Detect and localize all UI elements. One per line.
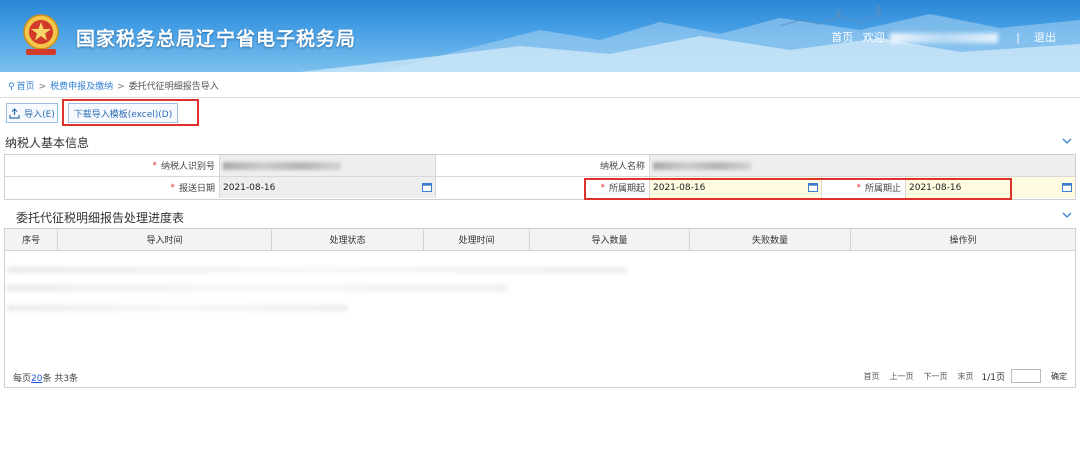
per-page-select[interactable]: 20 [31, 374, 42, 384]
column-header-import-count: 导入数量 [530, 229, 690, 250]
pager-summary: 每页20条 共3条 [13, 374, 79, 384]
column-header-actions: 操作列 [949, 236, 977, 246]
highlight-box-period [584, 178, 1012, 200]
pager-last[interactable]: 末页 [958, 371, 974, 382]
column-header-status: 处理状态 [272, 229, 424, 250]
submit-date-field[interactable]: 2021-08-16 [219, 177, 435, 198]
breadcrumb-separator: > [117, 82, 125, 92]
link-separator: | [1016, 31, 1020, 44]
home-link[interactable]: 首页 [831, 31, 853, 44]
form-row: * 纳税人识别号 纳税人名称 [5, 155, 1075, 177]
taxpayer-name-label: 纳税人名称 [435, 155, 649, 176]
breadcrumb-current: 委托代征明细报告导入 [128, 82, 219, 92]
breadcrumb-home[interactable]: 首页 [17, 82, 35, 92]
pager-confirm-button[interactable]: 确定 [1051, 371, 1067, 382]
blurred-table-row [7, 285, 507, 291]
import-button[interactable]: 导入(E) [6, 103, 58, 123]
taxpayer-section-title: 纳税人基本信息 [5, 136, 90, 150]
tax-bureau-emblem-icon [23, 14, 59, 55]
taxpayer-id-field [219, 155, 435, 176]
chevron-down-icon[interactable] [1062, 210, 1072, 220]
pager-next[interactable]: 下一页 [924, 371, 948, 382]
welcome-text: 欢迎, [862, 31, 889, 44]
column-header-fail-count: 失败数量 [690, 229, 851, 250]
column-header-index: 序号 [5, 229, 58, 250]
pager-page-info: 1/1页 [981, 372, 1006, 383]
pager-controls: 首页 上一页 下一页 末页 1/1页 确定 [854, 369, 1067, 383]
blurred-table-row [7, 305, 347, 311]
blurred-table-row [7, 267, 627, 273]
site-header: 国家税务总局辽宁省电子税务局 首页 欢迎, | 退出 [0, 0, 1080, 72]
calendar-icon[interactable] [1062, 182, 1072, 192]
top-links: 首页 欢迎, | 退出 [825, 29, 1056, 45]
breadcrumb-separator: > [38, 82, 47, 92]
required-mark: * [170, 182, 175, 193]
breadcrumb-tax-filing[interactable]: 税费申报及缴纳 [50, 82, 113, 92]
upload-icon [9, 107, 20, 119]
chevron-down-icon[interactable] [1062, 136, 1072, 146]
pager-prev[interactable]: 上一页 [890, 371, 914, 382]
blurred-taxpayer-name [653, 161, 751, 170]
pager-first[interactable]: 首页 [864, 371, 880, 382]
location-pin-icon: ⚲ [8, 82, 15, 92]
table-header: 序号 导入时间 处理状态 处理时间 导入数量 失败数量 操作列 [5, 229, 1075, 251]
blurred-username [890, 33, 999, 43]
highlight-box-download [62, 99, 199, 126]
submit-date-value: 2021-08-16 [223, 182, 276, 193]
logout-link[interactable]: 退出 [1034, 31, 1056, 44]
required-mark: * [152, 160, 157, 171]
taxpayer-name-field [649, 155, 1075, 176]
calendar-icon[interactable] [422, 182, 432, 192]
progress-table: 序号 导入时间 处理状态 处理时间 导入数量 失败数量 操作列 每页20条 共3… [4, 228, 1076, 388]
column-header-process-time: 处理时间 [424, 229, 530, 250]
page-number-input[interactable] [1011, 369, 1041, 383]
site-title: 国家税务总局辽宁省电子税务局 [76, 28, 357, 50]
breadcrumb-divider [0, 97, 1080, 98]
blurred-taxpayer-id [223, 161, 341, 170]
column-header-import-time: 导入时间 [58, 229, 272, 250]
submit-date-label: * 报送日期 [5, 177, 219, 198]
import-button-label: 导入(E) [24, 109, 55, 120]
progress-section-title: 委托代征税明细报告处理进度表 [16, 211, 185, 225]
breadcrumb: ⚲ 首页 > 税费申报及缴纳 > 委托代征明细报告导入 [8, 79, 219, 92]
taxpayer-id-label: * 纳税人识别号 [5, 155, 219, 176]
